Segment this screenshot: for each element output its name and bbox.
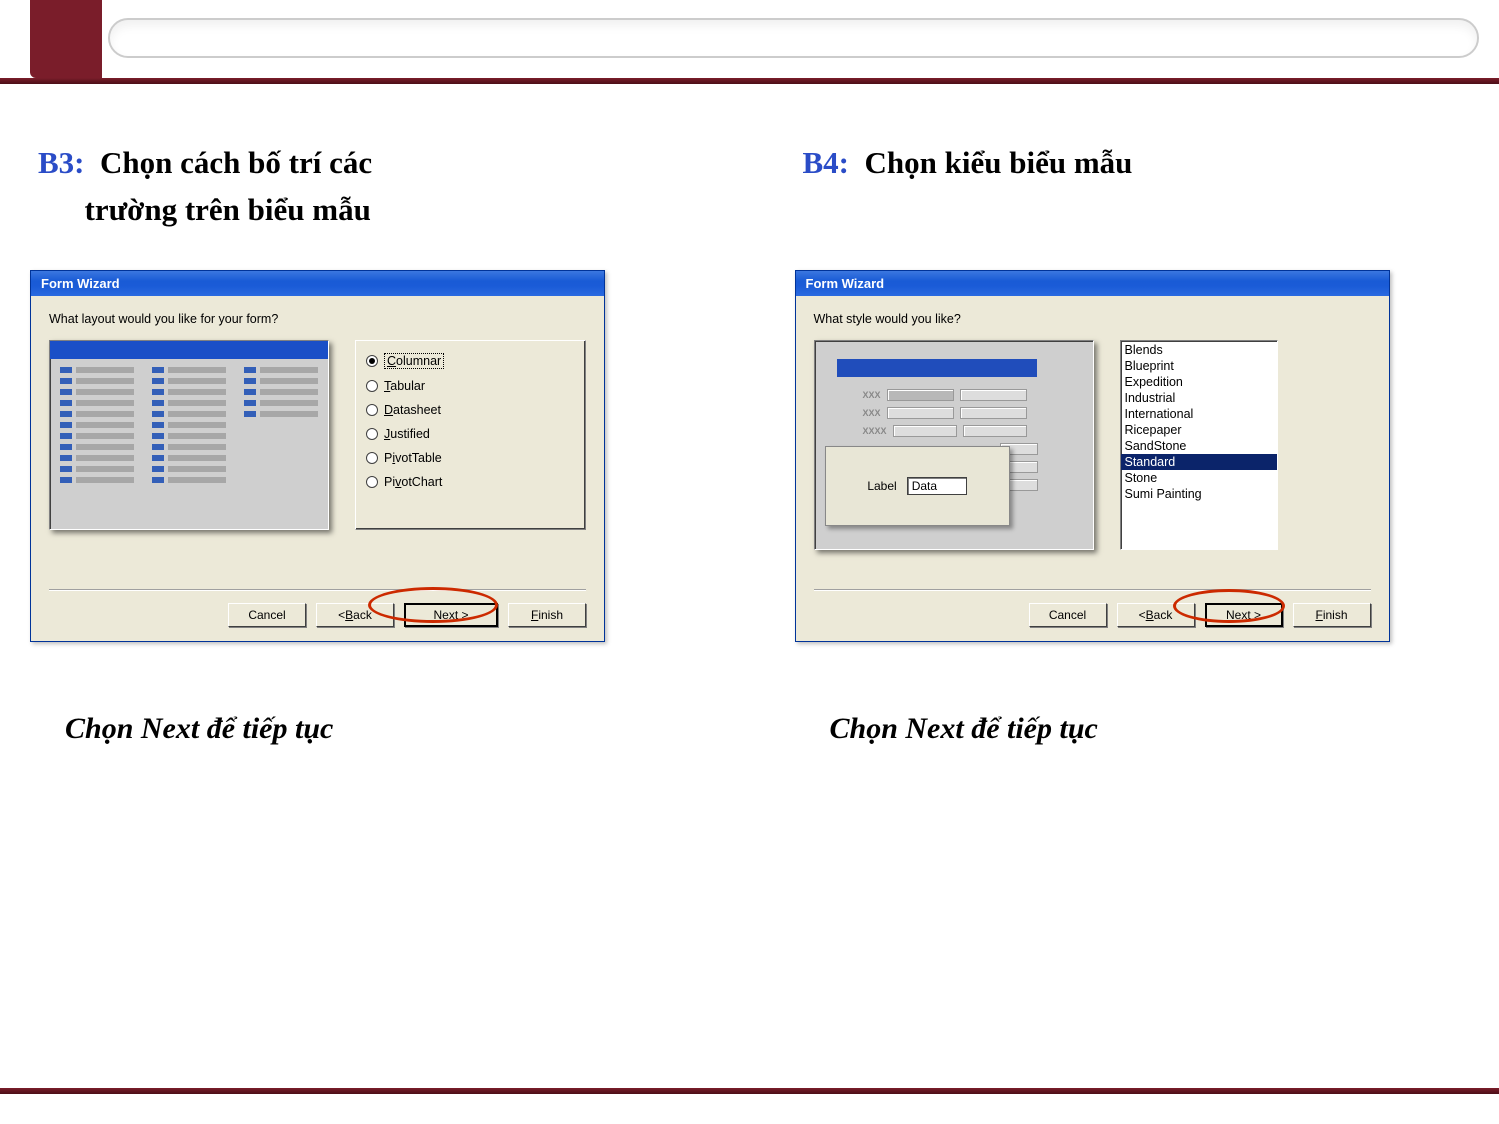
- next-button[interactable]: Next >: [404, 603, 498, 627]
- next-button[interactable]: Next >: [1205, 603, 1283, 627]
- heading-b3: B3: Chọn cách bố trí các trường trên biể…: [38, 140, 705, 240]
- radio-pivotchart[interactable]: PivotChart: [366, 475, 575, 489]
- preview-label-data-popup: Label Data: [825, 446, 1010, 526]
- dialog-inner: XXX XXX XXXX Label Data Blends Bluepr: [814, 340, 1371, 550]
- style-item-ricepaper[interactable]: Ricepaper: [1121, 422, 1277, 438]
- heading-b3-line1: Chọn cách bố trí các: [100, 145, 372, 180]
- radio-tabular[interactable]: Tabular: [366, 379, 575, 393]
- left-column: B3: Chọn cách bố trí các trường trên biể…: [30, 130, 705, 1064]
- style-listbox[interactable]: Blends Blueprint Expedition Industrial I…: [1120, 340, 1278, 550]
- style-item-sandstone[interactable]: SandStone: [1121, 438, 1277, 454]
- style-item-blueprint[interactable]: Blueprint: [1121, 358, 1277, 374]
- slide-header-decoration: [0, 0, 1499, 90]
- preview-label-text: Label: [867, 479, 896, 493]
- style-item-standard[interactable]: Standard: [1121, 454, 1277, 470]
- dialog-titlebar: Form Wizard: [796, 271, 1389, 296]
- dialog-button-row: Cancel < Back Next > Finish: [814, 590, 1371, 627]
- dialog-prompt: What style would you like?: [814, 312, 1371, 326]
- style-item-international[interactable]: International: [1121, 406, 1277, 422]
- style-item-stone[interactable]: Stone: [1121, 470, 1277, 486]
- radio-pivottable[interactable]: PivotTable: [366, 451, 575, 465]
- radio-columnar[interactable]: Columnar: [366, 353, 575, 369]
- finish-button[interactable]: Finish: [1293, 603, 1371, 627]
- step-label-b4: B4:: [803, 145, 850, 180]
- dialog-titlebar: Form Wizard: [31, 271, 604, 296]
- form-wizard-layout-dialog: Form Wizard What layout would you like f…: [30, 270, 605, 642]
- heading-b3-line2: trường trên biểu mẫu: [85, 192, 371, 227]
- slide-content: B3: Chọn cách bố trí các trường trên biể…: [0, 130, 1499, 1064]
- dialog-body: What style would you like? XXX XXX XXXX …: [796, 296, 1389, 641]
- header-pill: [108, 18, 1479, 58]
- preview-header-bar: [837, 359, 1037, 377]
- heading-b4-text: Chọn kiểu biểu mẫu: [865, 145, 1133, 180]
- radio-dot-icon: [366, 452, 378, 464]
- radio-dot-icon: [366, 380, 378, 392]
- footer-bar: [0, 1088, 1499, 1094]
- style-item-expedition[interactable]: Expedition: [1121, 374, 1277, 390]
- caption-left: Chọn Next để tiếp tục: [65, 712, 705, 746]
- back-button[interactable]: < Back: [1117, 603, 1195, 627]
- radio-dot-icon: [366, 428, 378, 440]
- style-item-sumi[interactable]: Sumi Painting: [1121, 486, 1277, 502]
- style-item-industrial[interactable]: Industrial: [1121, 390, 1277, 406]
- form-wizard-style-dialog: Form Wizard What style would you like? X…: [795, 270, 1390, 642]
- radio-dot-icon: [366, 355, 378, 367]
- step-label-b3: B3:: [38, 145, 85, 180]
- dialog-prompt: What layout would you like for your form…: [49, 312, 586, 326]
- preview-data-box: Data: [907, 477, 967, 495]
- right-column: B4: Chọn kiểu biểu mẫu Form Wizard What …: [795, 130, 1470, 1064]
- style-preview: XXX XXX XXXX Label Data: [814, 340, 1094, 550]
- caption-right: Chọn Next để tiếp tục: [830, 712, 1470, 746]
- radio-dot-icon: [366, 404, 378, 416]
- dialog-button-row: Cancel < Back Next > Finish: [49, 590, 586, 627]
- radio-dot-icon: [366, 476, 378, 488]
- preview-header-bar: [50, 341, 328, 359]
- radio-datasheet[interactable]: Datasheet: [366, 403, 575, 417]
- cancel-button[interactable]: Cancel: [228, 603, 306, 627]
- cancel-button[interactable]: Cancel: [1029, 603, 1107, 627]
- back-button[interactable]: < Back: [316, 603, 394, 627]
- finish-button[interactable]: Finish: [508, 603, 586, 627]
- layout-preview: [49, 340, 329, 530]
- heading-b4: B4: Chọn kiểu biểu mẫu: [803, 140, 1470, 240]
- radio-justified[interactable]: Justified: [366, 427, 575, 441]
- layout-options: Columnar Tabular Datasheet Justifie: [355, 340, 586, 530]
- header-bar: [0, 78, 1499, 84]
- header-tab: [30, 0, 102, 78]
- dialog-body: What layout would you like for your form…: [31, 296, 604, 641]
- style-item-blends[interactable]: Blends: [1121, 342, 1277, 358]
- dialog-inner: Columnar Tabular Datasheet Justifie: [49, 340, 586, 530]
